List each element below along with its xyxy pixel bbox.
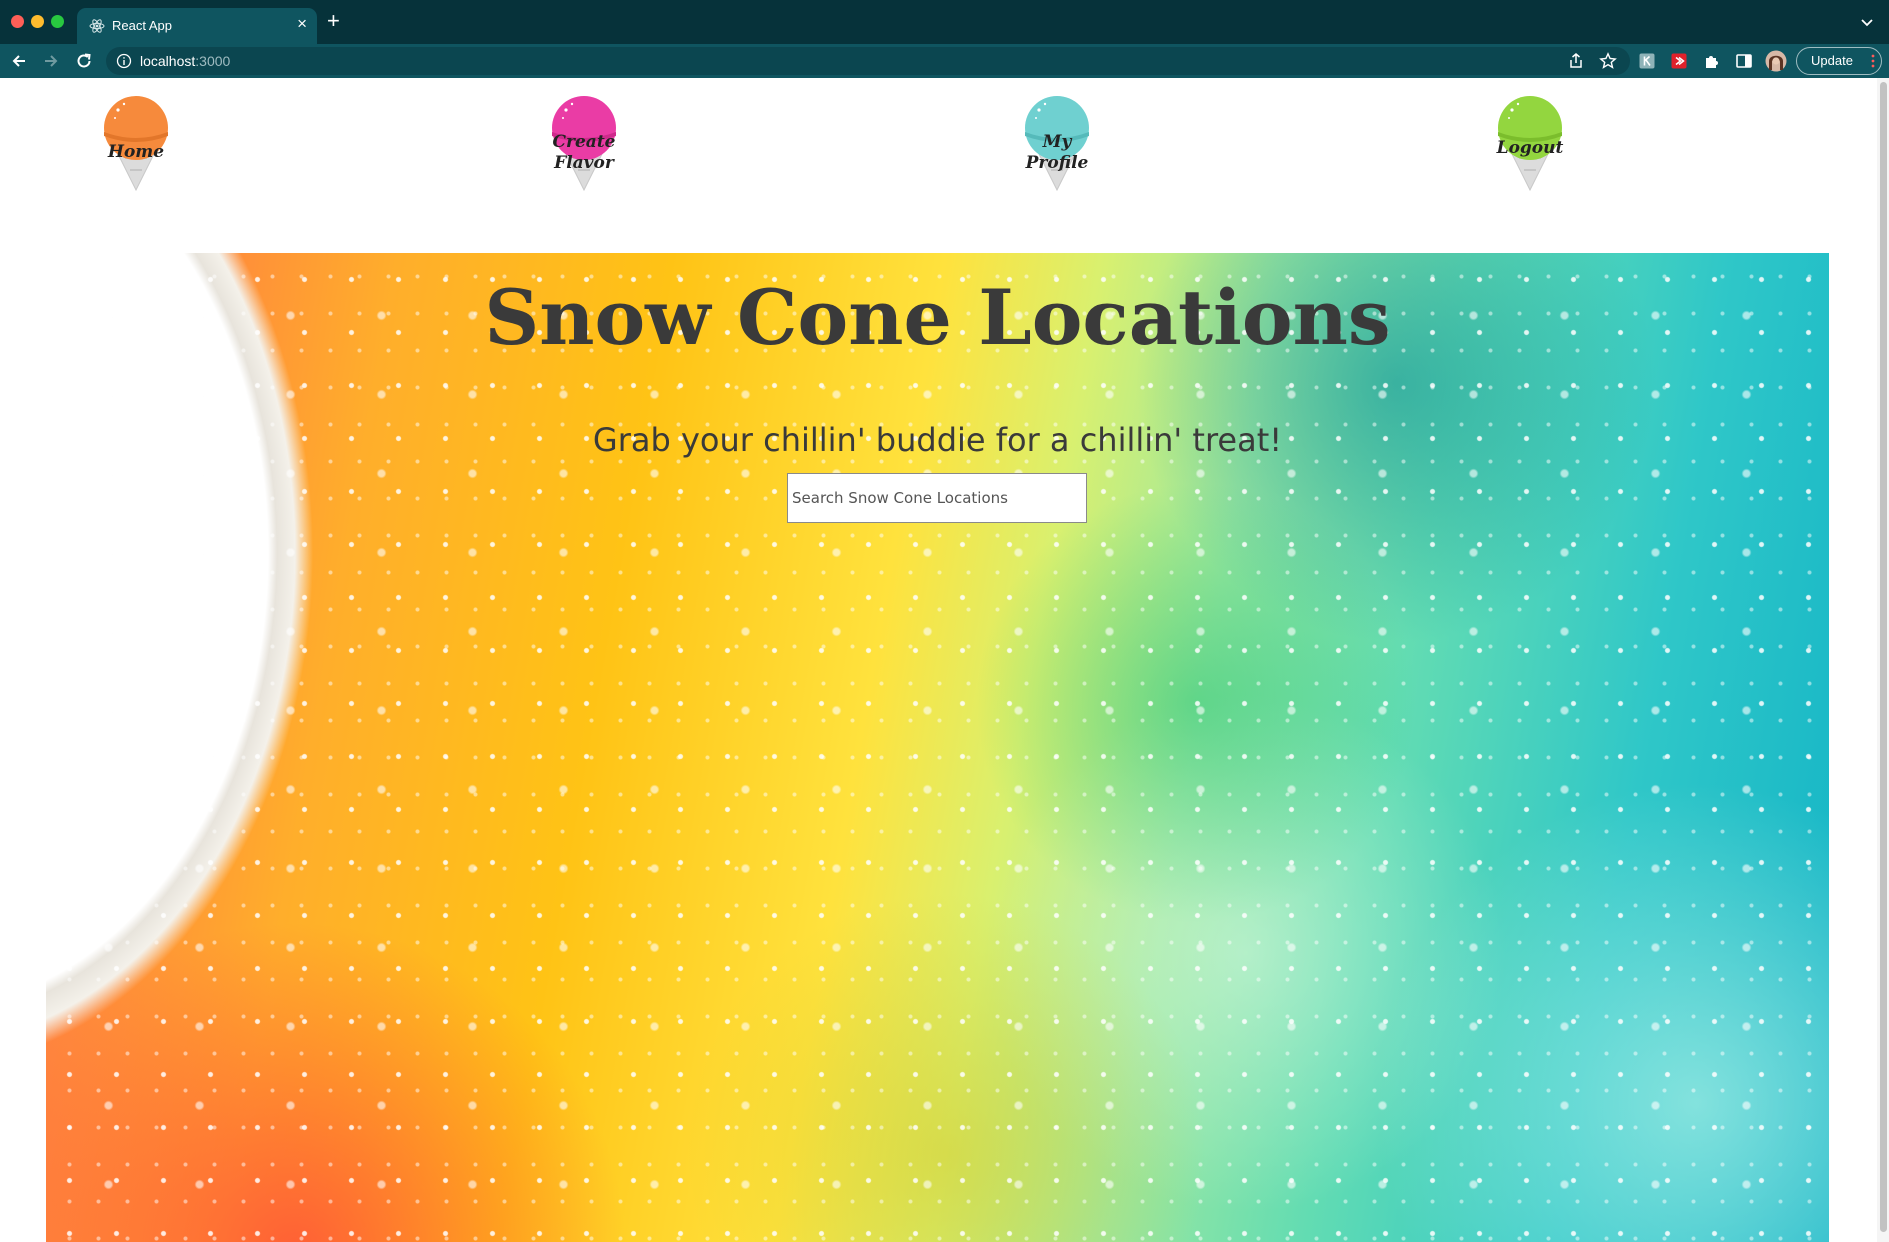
more-menu-icon[interactable] xyxy=(1871,53,1875,69)
nav-logout-label: Logout xyxy=(1490,138,1570,159)
browser-tab[interactable]: React App × xyxy=(77,8,317,44)
share-icon[interactable] xyxy=(1567,52,1585,70)
chevron-down-icon[interactable] xyxy=(1859,14,1875,30)
nav-create-flavor-label-line1: Create xyxy=(552,132,616,152)
nav-logout-label-line1: Logout xyxy=(1496,138,1564,158)
nav-home-label-line1: Home xyxy=(107,142,165,162)
nav-create-flavor[interactable]: Create Flavor xyxy=(544,92,624,192)
extension-red-icon[interactable] xyxy=(1670,52,1688,70)
nav-logout[interactable]: Logout xyxy=(1490,92,1570,192)
scrollbar-thumb[interactable] xyxy=(1880,82,1887,1232)
scrollbar[interactable] xyxy=(1877,78,1889,1242)
url-port: :3000 xyxy=(195,53,231,69)
close-tab-icon[interactable]: × xyxy=(297,15,307,32)
profile-avatar[interactable] xyxy=(1765,50,1787,72)
minimize-window-button[interactable] xyxy=(31,15,44,28)
nav-home[interactable]: Home xyxy=(96,92,176,192)
info-icon[interactable] xyxy=(116,53,132,69)
nav-my-profile-label-line1: My xyxy=(1042,132,1072,152)
page-viewport: Home Create Flavor My Profile Logout Sno… xyxy=(0,78,1889,1242)
page-subtitle: Grab your chillin' buddie for a chillin'… xyxy=(592,421,1283,459)
extension-k-icon[interactable] xyxy=(1638,52,1656,70)
bookmark-star-icon[interactable] xyxy=(1599,52,1617,70)
extensions-puzzle-icon[interactable] xyxy=(1703,52,1721,70)
new-tab-icon[interactable]: + xyxy=(327,10,340,32)
ice-sparkle-texture xyxy=(46,253,1829,1242)
close-window-button[interactable] xyxy=(11,15,24,28)
side-panel-icon[interactable] xyxy=(1735,52,1753,70)
search-input[interactable] xyxy=(787,473,1087,523)
address-bar[interactable]: localhost:3000 xyxy=(106,47,1630,75)
nav-create-flavor-label-line2: Flavor xyxy=(554,153,614,173)
back-icon[interactable] xyxy=(9,51,29,71)
nav-my-profile-label: My Profile xyxy=(1017,132,1097,174)
reload-icon[interactable] xyxy=(74,51,94,71)
nav-home-label: Home xyxy=(96,142,176,163)
url-host: localhost xyxy=(140,53,196,69)
nav-my-profile-label-line2: Profile xyxy=(1025,153,1089,173)
maximize-window-button[interactable] xyxy=(51,15,64,28)
tab-title: React App xyxy=(112,18,172,33)
forward-icon[interactable] xyxy=(41,51,61,71)
update-button[interactable]: Update xyxy=(1796,47,1882,75)
browser-toolbar: localhost:3000 Update xyxy=(0,44,1889,78)
nav-my-profile[interactable]: My Profile xyxy=(1017,92,1097,192)
page-title: Snow Cone Locations xyxy=(484,273,1391,362)
url-text: localhost:3000 xyxy=(140,53,230,69)
react-icon xyxy=(89,19,105,33)
update-label: Update xyxy=(1811,53,1853,68)
hero-banner: Snow Cone Locations Grab your chillin' b… xyxy=(46,253,1829,1242)
nav-create-flavor-label: Create Flavor xyxy=(544,132,624,174)
browser-tab-bar: React App × + xyxy=(0,0,1889,44)
